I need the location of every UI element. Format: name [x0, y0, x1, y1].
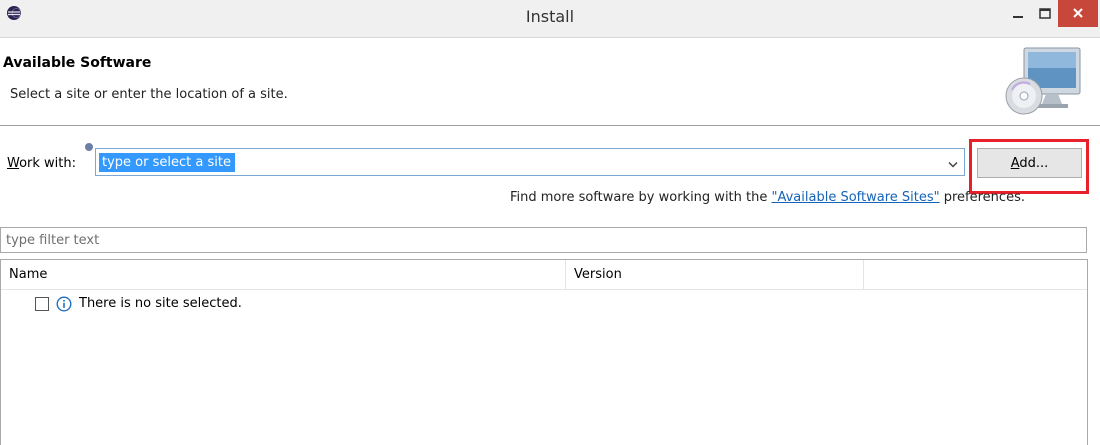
work-with-label: Work with: [7, 156, 77, 171]
column-header-version[interactable]: Version [566, 260, 864, 289]
minimize-button[interactable] [1004, 0, 1032, 27]
title-bar: Install [0, 0, 1100, 38]
page-description: Select a site or enter the location of a… [10, 87, 288, 102]
info-icon [56, 296, 72, 312]
dialog-header: Available Software Select a site or ente… [0, 38, 1100, 126]
available-software-sites-link[interactable]: "Available Software Sites" [772, 190, 940, 205]
install-banner-icon [1000, 44, 1084, 120]
close-icon [1058, 0, 1098, 27]
software-table: Name Version There is no site selected. [0, 259, 1088, 445]
chevron-down-icon[interactable] [948, 158, 958, 173]
table-row: There is no site selected. [1, 293, 1087, 315]
window-title: Install [525, 7, 575, 26]
minimize-icon [1004, 0, 1032, 27]
empty-message: There is no site selected. [79, 296, 242, 311]
page-title: Available Software [3, 55, 152, 71]
maximize-button[interactable] [1032, 0, 1058, 27]
find-more-text: Find more software by working with the "… [510, 190, 1025, 205]
column-header-name[interactable]: Name [1, 260, 566, 289]
add-site-button[interactable]: Add... [977, 148, 1082, 178]
info-decoration-icon [85, 143, 93, 151]
maximize-icon [1032, 0, 1058, 27]
close-button[interactable] [1058, 0, 1098, 27]
table-header: Name Version [1, 260, 1087, 290]
row-checkbox[interactable] [35, 297, 49, 311]
work-with-combo[interactable]: type or select a site [95, 148, 965, 176]
filter-input[interactable]: type filter text [0, 227, 1087, 253]
work-with-input[interactable]: type or select a site [99, 153, 235, 172]
